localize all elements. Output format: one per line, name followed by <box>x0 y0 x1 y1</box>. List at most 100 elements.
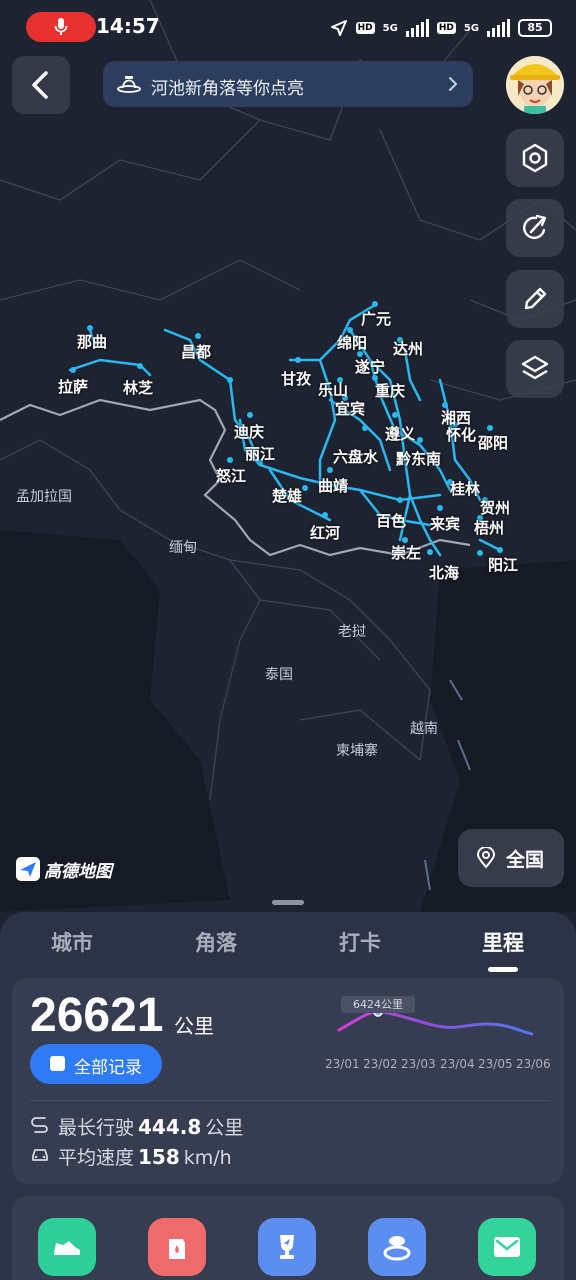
longest-drive-row: 最长行驶 444.8 公里 <box>30 1113 243 1139</box>
longest-drive-value: 444.8 <box>138 1115 202 1139</box>
pencil-icon <box>524 287 547 310</box>
active-tab-indicator <box>488 967 518 972</box>
map-view[interactable]: 广元 绵阳 达州 昌都 那曲 遂宁 甘孜 乐山 重庆 拉萨 林芝 宜宾 湘西 迪… <box>0 0 576 912</box>
fuel-button[interactable] <box>148 1218 206 1276</box>
city-label: 绵阳 <box>337 334 368 352</box>
city-label: 楚雄 <box>272 487 303 505</box>
driver-button[interactable] <box>368 1218 426 1276</box>
city-label: 百色 <box>376 512 407 530</box>
city-label: 拉萨 <box>58 378 89 396</box>
country-label: 柬埔寨 <box>336 743 378 759</box>
edit-button[interactable] <box>506 270 564 328</box>
chart-tooltip: 6424公里 <box>341 996 415 1013</box>
chevron-left-icon <box>32 71 48 99</box>
sheet-handle[interactable] <box>272 900 304 905</box>
tab-city[interactable]: 城市 <box>22 927 122 957</box>
city-label: 丽江 <box>245 445 276 463</box>
new-corner-banner[interactable]: 河池新角落等你点亮 <box>103 61 473 107</box>
all-records-button[interactable]: 全部记录 <box>30 1044 162 1084</box>
city-label: 来宾 <box>430 515 461 533</box>
month-label: 23/01 <box>325 1057 360 1071</box>
tab-checkin[interactable]: 打卡 <box>310 927 410 957</box>
month-label: 23/03 <box>401 1057 436 1071</box>
city-label: 黔东南 <box>396 450 442 468</box>
country-label: 孟加拉国 <box>16 489 72 505</box>
network-type: 5G <box>463 22 479 34</box>
city-label: 昌都 <box>181 343 212 361</box>
city-label: 重庆 <box>375 382 406 400</box>
city-label: 崇左 <box>391 544 422 562</box>
clock: 14:57 <box>96 14 160 38</box>
divider <box>30 1100 550 1101</box>
tab-mileage[interactable]: 里程 <box>453 927 553 957</box>
country-label: 老挝 <box>338 624 366 640</box>
city-label: 甘孜 <box>281 370 312 388</box>
country-label: 越南 <box>410 721 438 737</box>
avg-speed-row: 平均速度 158 km/h <box>30 1143 232 1169</box>
city-label: 宜宾 <box>335 400 366 418</box>
city-label: 阳江 <box>488 556 519 574</box>
messages-button[interactable] <box>478 1218 536 1276</box>
route-loop-icon <box>31 1117 48 1133</box>
city-label: 红河 <box>310 524 341 542</box>
records-icon <box>50 1056 65 1071</box>
network-type: 5G <box>382 22 398 34</box>
distance-unit: 公里 <box>174 1014 214 1038</box>
tab-bar: 城市 角落 打卡 里程 <box>0 927 576 967</box>
banner-text: 河池新角落等你点亮 <box>151 79 304 99</box>
layers-icon <box>521 355 549 380</box>
location-arrow-icon <box>330 20 347 36</box>
city-label: 六盘水 <box>333 448 379 466</box>
location-pin-icon <box>476 847 496 869</box>
map-canvas <box>0 0 576 912</box>
city-label: 北海 <box>429 564 460 582</box>
city-label: 怒江 <box>216 467 247 485</box>
driver-icon <box>383 1236 411 1261</box>
hd-badge: HD <box>355 22 375 34</box>
city-label: 桂林 <box>450 480 481 498</box>
city-label: 那曲 <box>77 333 108 351</box>
status-bar: 14:57 HD 5G HD 5G 85 <box>0 0 576 56</box>
city-label: 乐山 <box>318 381 349 399</box>
tab-corner[interactable]: 角落 <box>166 927 266 957</box>
signal-icon <box>487 19 510 37</box>
city-label: 梧州 <box>474 519 505 537</box>
city-label: 邵阳 <box>478 434 509 452</box>
layers-button[interactable] <box>506 340 564 398</box>
steps-button[interactable] <box>38 1218 96 1276</box>
amap-logo-icon <box>16 857 40 881</box>
avatar[interactable] <box>506 56 564 114</box>
city-label: 遂宁 <box>355 358 386 376</box>
city-label: 怀化 <box>446 426 477 444</box>
share-button[interactable] <box>506 199 564 257</box>
city-label: 林芝 <box>123 379 154 397</box>
chevron-right-icon <box>449 77 458 91</box>
city-label: 贺州 <box>480 499 511 517</box>
month-label: 23/02 <box>363 1057 398 1071</box>
settings-button[interactable] <box>506 129 564 187</box>
total-distance: 26621 <box>30 989 164 1042</box>
hd-badge: HD <box>436 22 456 34</box>
share-icon <box>523 214 547 240</box>
hexagon-settings-icon <box>522 143 548 173</box>
nationwide-button[interactable]: 全国 <box>458 829 564 887</box>
city-label: 广元 <box>361 310 392 328</box>
month-label: 23/06 <box>516 1057 551 1071</box>
achievements-button[interactable] <box>258 1218 316 1276</box>
city-label: 达州 <box>393 340 424 358</box>
trophy-icon <box>280 1235 294 1259</box>
back-button[interactable] <box>12 56 70 114</box>
microphone-icon <box>54 18 68 35</box>
country-label: 缅甸 <box>169 540 197 556</box>
month-label: 23/05 <box>478 1057 513 1071</box>
city-label: 迪庆 <box>234 423 265 441</box>
month-label: 23/04 <box>440 1057 475 1071</box>
explorer-hat-icon <box>117 76 141 93</box>
mail-icon <box>494 1237 520 1257</box>
car-icon <box>32 1149 48 1161</box>
avatar-image <box>506 56 564 114</box>
fuel-icon <box>169 1239 185 1259</box>
trend-line <box>337 1010 534 1036</box>
country-label: 泰国 <box>265 667 293 683</box>
city-label: 曲靖 <box>318 477 349 495</box>
